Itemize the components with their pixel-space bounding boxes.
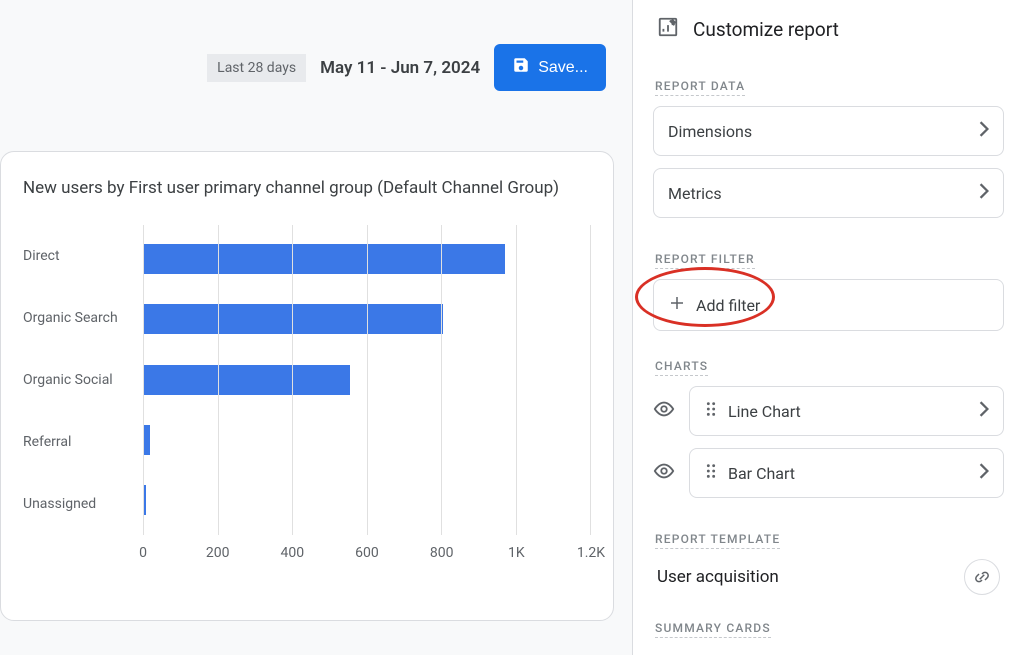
dimensions-label: Dimensions — [668, 122, 752, 141]
bar-chart-label: Bar Chart — [728, 464, 795, 483]
plus-icon — [668, 294, 686, 316]
chevron-right-icon — [979, 463, 989, 483]
save-button[interactable]: Save... — [494, 44, 606, 91]
chevron-right-icon — [979, 121, 989, 141]
unlink-button[interactable] — [964, 559, 1000, 595]
chevron-right-icon — [979, 183, 989, 203]
chevron-right-icon — [979, 401, 989, 421]
customize-icon — [657, 16, 679, 43]
bar-chart: Direct Organic Search Organic Social Referr… — [23, 225, 591, 535]
visibility-icon[interactable] — [653, 460, 675, 486]
bar-chart-row[interactable]: Bar Chart — [689, 448, 1004, 498]
panel-title: Customize report — [693, 18, 839, 41]
template-name: User acquisition — [657, 567, 779, 587]
period-pill: Last 28 days — [207, 54, 306, 82]
chart-bar — [143, 244, 505, 274]
y-axis-label: Referral — [23, 434, 143, 450]
chart-bar — [143, 425, 150, 455]
chart-bar — [143, 485, 146, 515]
line-chart-row[interactable]: Line Chart — [689, 386, 1004, 436]
y-axis-label: Unassigned — [23, 496, 143, 512]
drag-handle-icon[interactable] — [704, 401, 718, 421]
add-filter-button[interactable]: Add filter — [653, 279, 1004, 331]
add-filter-label: Add filter — [696, 296, 760, 315]
chart-bar — [143, 365, 350, 395]
chart-bar — [143, 304, 443, 334]
chart-card: New users by First user primary channel … — [0, 151, 614, 621]
visibility-icon[interactable] — [653, 398, 675, 424]
y-axis-label: Organic Search — [23, 310, 143, 326]
section-charts: CHARTS — [655, 359, 708, 376]
chart-title: New users by First user primary channel … — [23, 176, 591, 201]
section-report-filter: REPORT FILTER — [655, 252, 755, 269]
metrics-label: Metrics — [668, 184, 722, 203]
save-button-label: Save... — [538, 59, 588, 77]
section-report-data: REPORT DATA — [655, 79, 745, 96]
drag-handle-icon[interactable] — [704, 463, 718, 483]
metrics-row[interactable]: Metrics — [653, 168, 1004, 218]
y-axis-label: Organic Social — [23, 372, 143, 388]
line-chart-label: Line Chart — [728, 402, 801, 421]
save-icon — [512, 56, 530, 79]
section-summary-cards: SUMMARY CARDS — [655, 621, 771, 638]
section-report-template: REPORT TEMPLATE — [655, 532, 780, 549]
dimensions-row[interactable]: Dimensions — [653, 106, 1004, 156]
date-range[interactable]: May 11 - Jun 7, 2024 — [320, 58, 480, 78]
y-axis-label: Direct — [23, 248, 143, 264]
